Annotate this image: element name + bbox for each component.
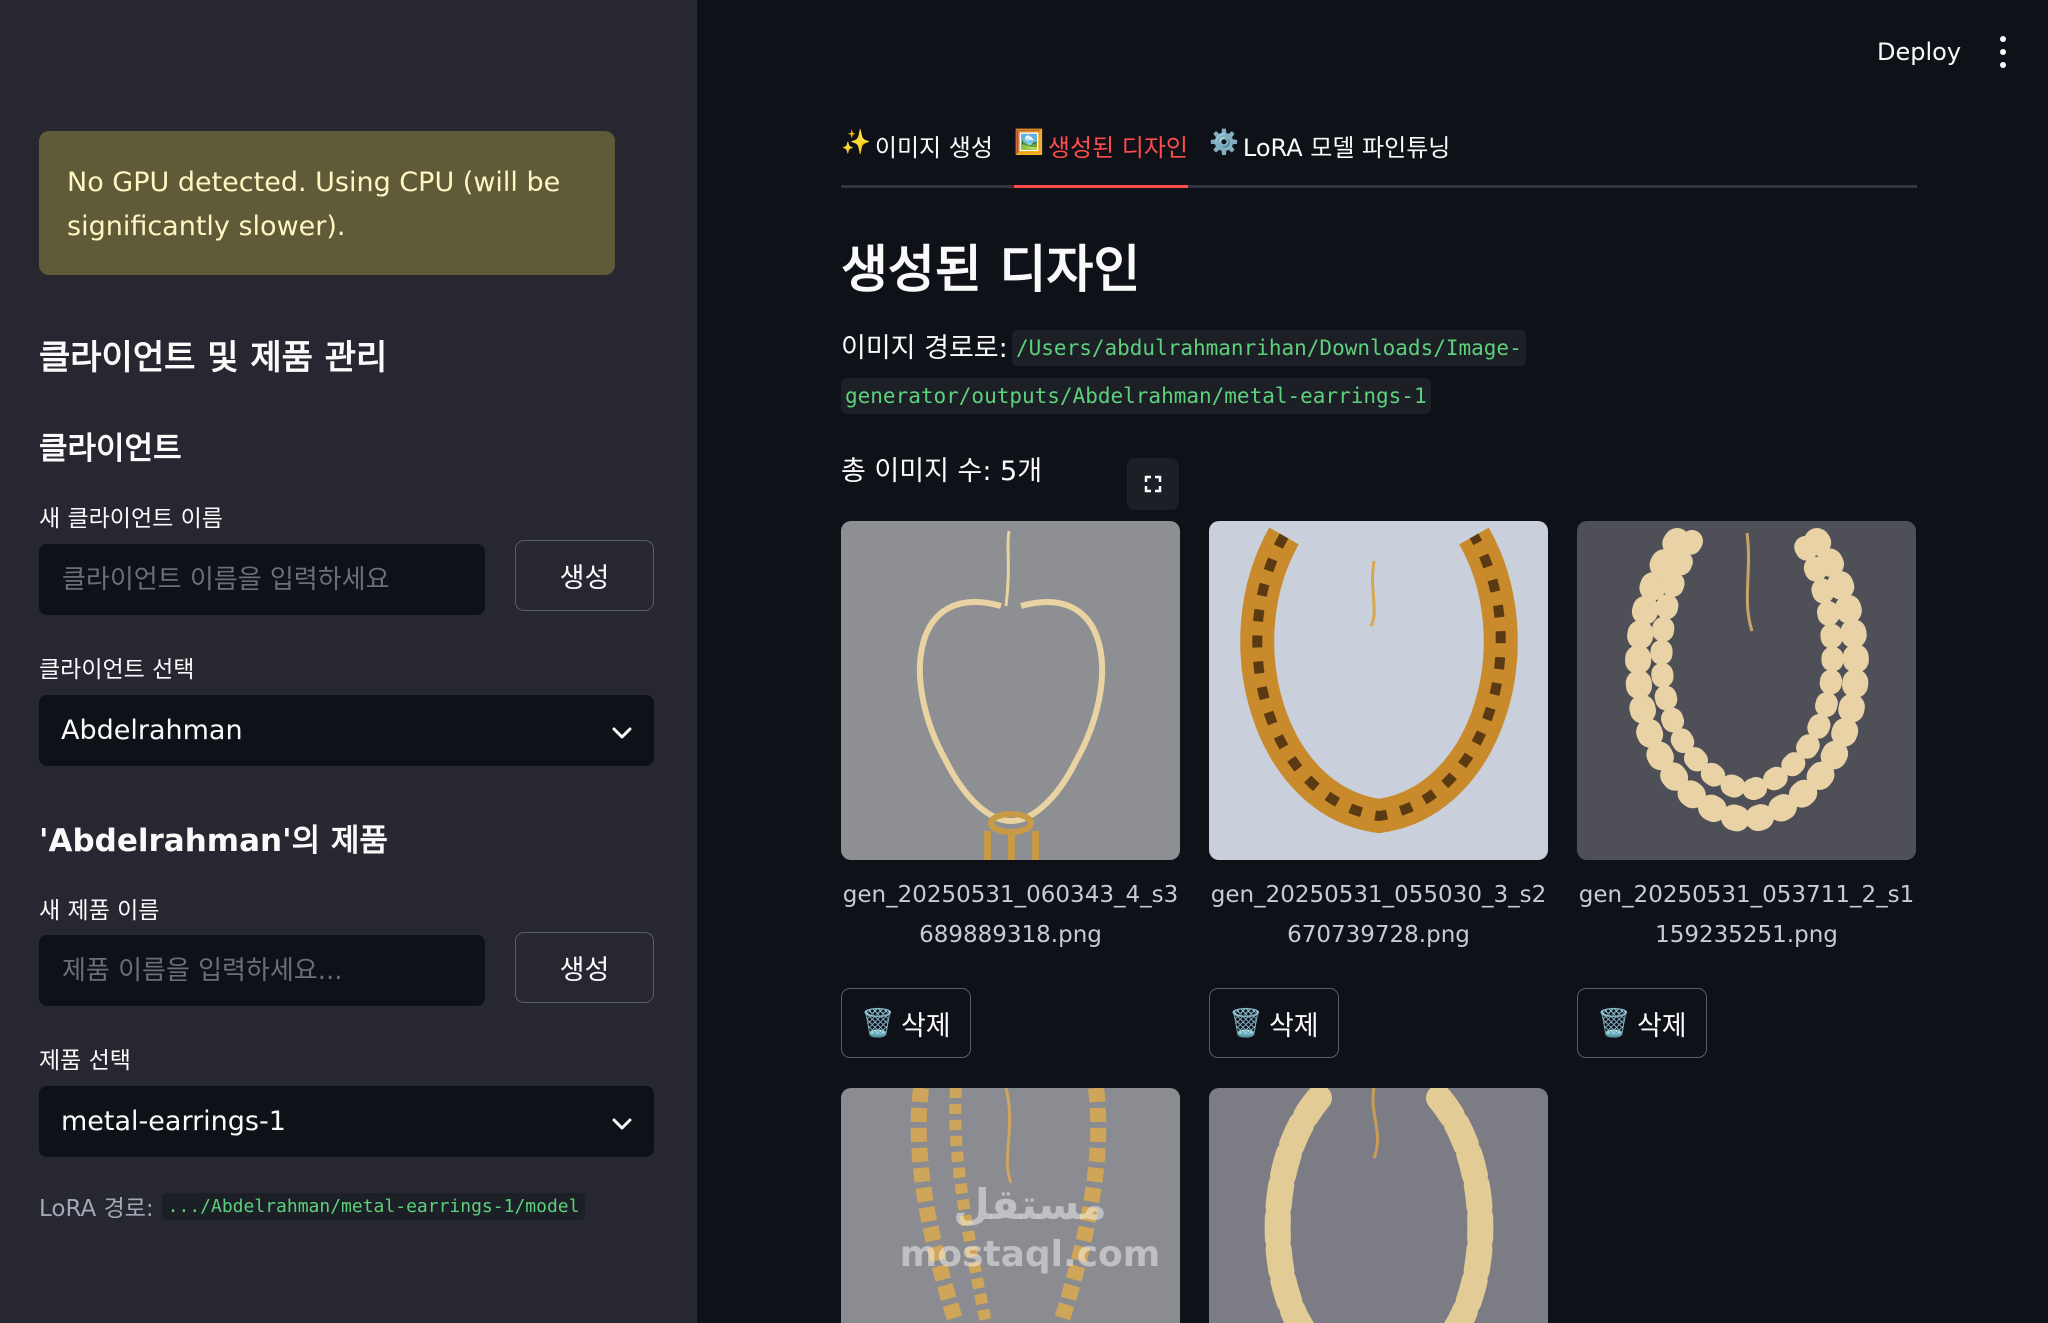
delete-label: 삭제 xyxy=(900,1010,951,1042)
image-path-code-line1: /Users/abdulrahmanrihan/Downloads/Image- xyxy=(1012,330,1526,366)
delete-label: 삭제 xyxy=(1636,1010,1687,1042)
delete-label: 삭제 xyxy=(1268,1010,1319,1042)
image-2-filename: gen_20250531_055030_3_s2670739728.png xyxy=(1210,882,1547,948)
lora-path-label: LoRA 경로: xyxy=(39,1196,154,1222)
generated-image-3[interactable] xyxy=(1577,521,1916,860)
page-title: 생성된 디자인 xyxy=(841,241,1141,300)
delete-image-2-button[interactable]: 🗑️ 삭제 xyxy=(1209,988,1339,1058)
product-section-heading: 'Abdelrahman'의 제품 xyxy=(39,823,388,859)
lora-path-code: .../Abdelrahman/metal-earrings-1/model xyxy=(161,1192,586,1220)
new-product-label: 새 제품 이름 xyxy=(39,898,160,924)
client-select-label: 클라이언트 선택 xyxy=(39,657,195,683)
sidebar: No GPU detected. Using CPU (will be sign… xyxy=(0,0,697,1323)
generated-image-5[interactable] xyxy=(1209,1088,1548,1323)
trash-icon: 🗑️ xyxy=(861,1008,895,1039)
chevron-down-icon xyxy=(612,1106,632,1137)
tab-lora-finetuning[interactable]: ⚙️ LoRA 모델 파인튜닝 xyxy=(1209,128,1450,185)
tab-label: 이미지 생성 xyxy=(874,134,993,162)
image-path-code-line2: generator/outputs/Abdelrahman/metal-earr… xyxy=(841,378,1431,414)
watermark-arabic: مستقل xyxy=(953,1180,1107,1229)
watermark: مستقل mostaql.com xyxy=(890,1180,1170,1280)
image-3-filename: gen_20250531_053711_2_s1159235251.png xyxy=(1578,882,1915,948)
create-client-button[interactable]: 생성 xyxy=(515,540,654,611)
delete-image-3-button[interactable]: 🗑️ 삭제 xyxy=(1577,988,1707,1058)
chevron-down-icon xyxy=(612,715,632,746)
gear-icon: ⚙️ xyxy=(1209,128,1239,156)
client-section-heading: 클라이언트 xyxy=(39,431,182,467)
new-client-label: 새 클라이언트 이름 xyxy=(39,506,223,532)
picture-icon: 🖼️ xyxy=(1014,128,1044,156)
sidebar-heading: 클라이언트 및 제품 관리 xyxy=(39,338,388,378)
deploy-button[interactable]: Deploy xyxy=(1877,38,1961,66)
image-path-label: 이미지 경로로: xyxy=(841,333,1008,364)
create-product-button[interactable]: 생성 xyxy=(515,932,654,1003)
trash-icon: 🗑️ xyxy=(1597,1008,1631,1039)
image-count: 총 이미지 수: 5개 xyxy=(841,456,1043,487)
gpu-warning-alert: No GPU detected. Using CPU (will be sign… xyxy=(39,131,615,275)
generated-image-2[interactable] xyxy=(1209,521,1548,860)
client-select[interactable]: Abdelrahman xyxy=(39,695,654,766)
product-select-label: 제품 선택 xyxy=(39,1048,131,1074)
tab-bar: ✨ 이미지 생성 🖼️ 생성된 디자인 ⚙️ LoRA 모델 파인튜닝 xyxy=(841,128,1917,188)
new-product-input[interactable] xyxy=(39,935,485,1006)
new-client-input[interactable] xyxy=(39,544,485,615)
tab-label: LoRA 모델 파인튜닝 xyxy=(1242,134,1451,162)
trash-icon: 🗑️ xyxy=(1229,1008,1263,1039)
more-menu-icon[interactable] xyxy=(1993,36,2013,68)
tab-label: 생성된 디자인 xyxy=(1047,134,1188,162)
fullscreen-icon[interactable] xyxy=(1127,458,1179,510)
generated-image-1[interactable] xyxy=(841,521,1180,860)
product-select-value: metal-earrings-1 xyxy=(61,1106,286,1137)
product-select[interactable]: metal-earrings-1 xyxy=(39,1086,654,1157)
tab-image-generation[interactable]: ✨ 이미지 생성 xyxy=(841,128,993,185)
sparkles-icon: ✨ xyxy=(841,128,871,156)
lora-path-row: LoRA 경로: .../Abdelrahman/metal-earrings-… xyxy=(39,1189,586,1223)
client-select-value: Abdelrahman xyxy=(61,715,243,746)
tab-generated-designs[interactable]: 🖼️ 생성된 디자인 xyxy=(1014,128,1188,188)
watermark-latin: mostaql.com xyxy=(899,1234,1161,1275)
delete-image-1-button[interactable]: 🗑️ 삭제 xyxy=(841,988,971,1058)
image-1-filename: gen_20250531_060343_4_s3689889318.png xyxy=(842,882,1179,948)
